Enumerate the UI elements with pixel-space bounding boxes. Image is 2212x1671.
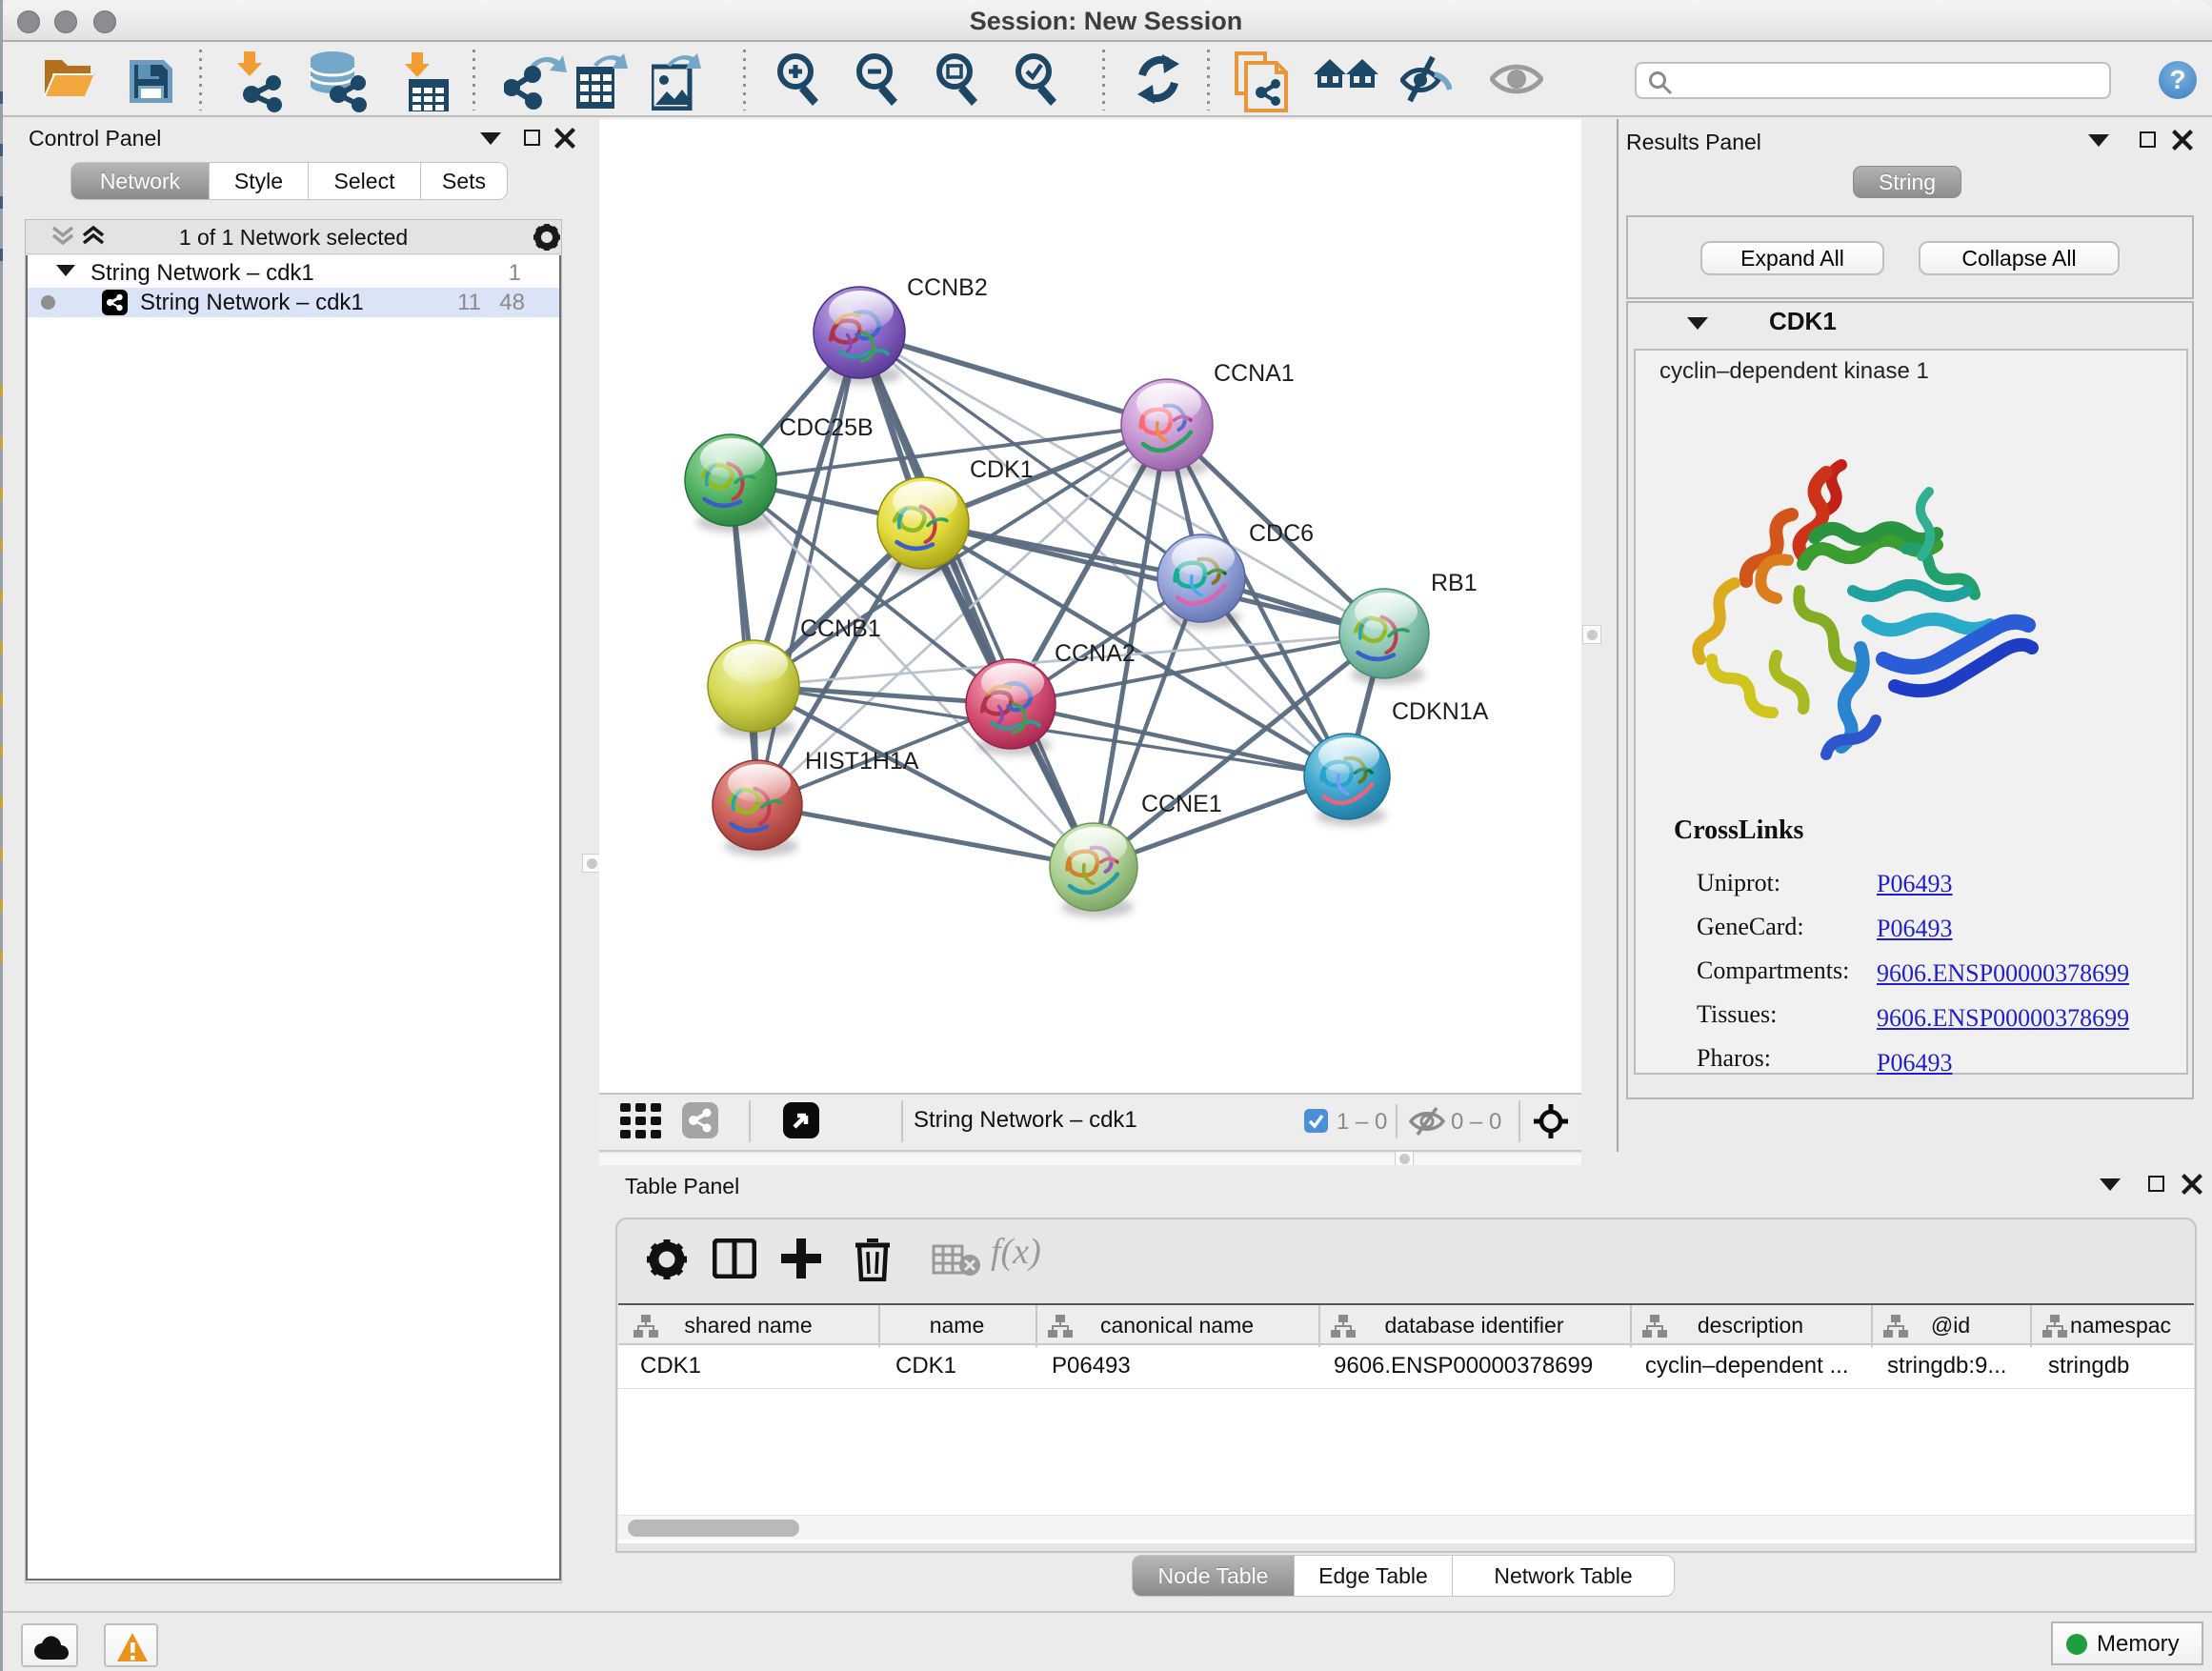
svg-text:CCNB1: CCNB1	[800, 615, 881, 642]
svg-text:CDK1: CDK1	[970, 456, 1034, 483]
svg-text:CCNE1: CCNE1	[1141, 791, 1222, 817]
svg-text:HIST1H1A: HIST1H1A	[805, 748, 919, 775]
svg-text:CCNA1: CCNA1	[1214, 360, 1295, 387]
svg-text:CDC25B: CDC25B	[779, 414, 874, 441]
svg-text:CCNA2: CCNA2	[1055, 640, 1136, 667]
svg-text:CDKN1A: CDKN1A	[1392, 698, 1489, 725]
svg-text:RB1: RB1	[1431, 570, 1478, 596]
svg-text:CDC6: CDC6	[1249, 520, 1314, 547]
svg-text:CCNB2: CCNB2	[907, 274, 988, 301]
